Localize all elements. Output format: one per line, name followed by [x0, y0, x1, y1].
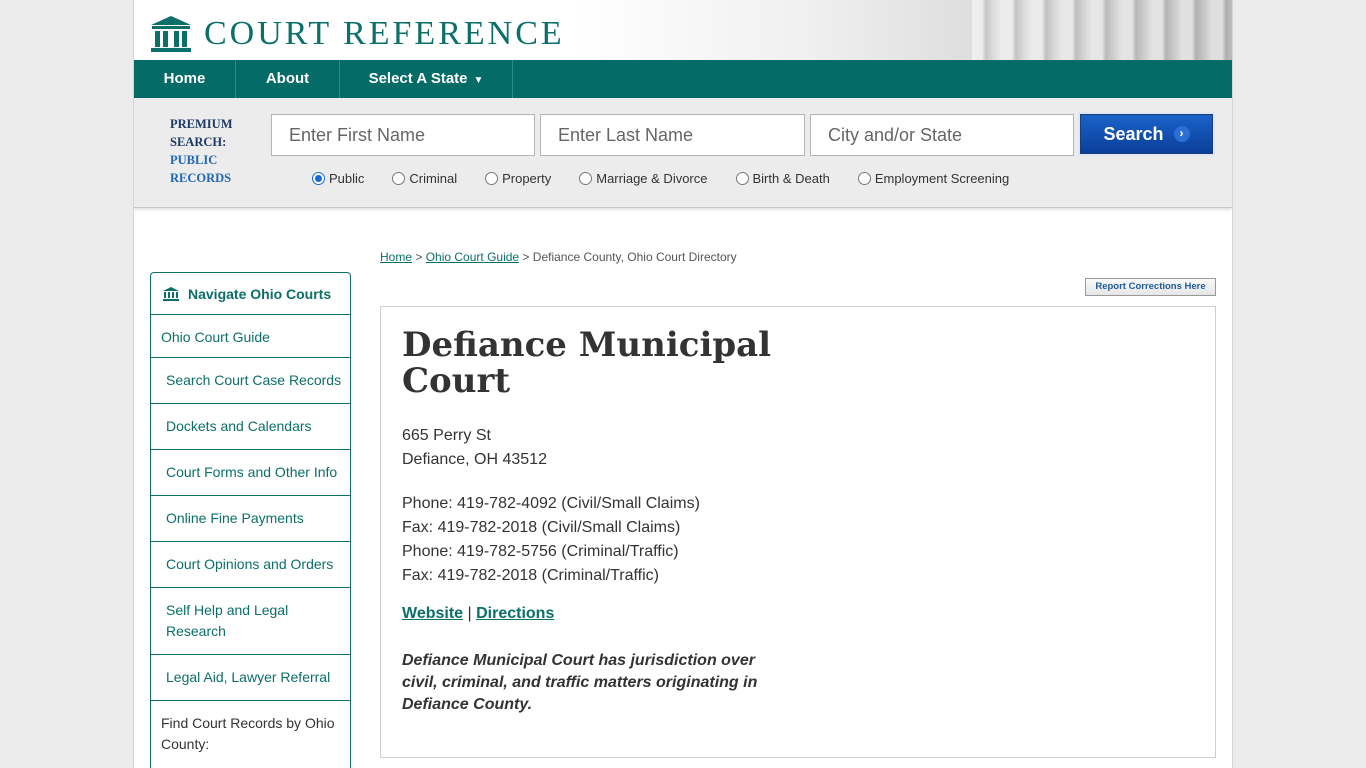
sidebar-item-self-help[interactable]: Self Help and Legal Research: [151, 588, 350, 655]
sidebar-item-dockets-calendars[interactable]: Dockets and Calendars: [151, 404, 350, 450]
site-logo[interactable]: COURT REFERENCE: [150, 14, 565, 54]
last-name-input[interactable]: [540, 114, 805, 156]
premium-search-band: PREMIUM SEARCH: PUBLIC RECORDS Search › …: [134, 98, 1232, 208]
radio-criminal[interactable]: Criminal: [392, 171, 457, 186]
phone-criminal: Phone: 419-782-5756 (Criminal/Traffic): [402, 543, 679, 560]
fax-civil: Fax: 419-782-2018 (Civil/Small Claims): [402, 519, 681, 536]
radio-button[interactable]: [392, 172, 406, 185]
nav-select-state[interactable]: Select A State ▼: [340, 60, 513, 98]
radio-button[interactable]: [735, 172, 749, 185]
nav-home[interactable]: Home: [134, 60, 236, 98]
radio-marriage-divorce[interactable]: Marriage & Divorce: [579, 171, 708, 186]
radio-label: Property: [502, 171, 552, 186]
court-contact-numbers: Phone: 419-782-4092 (Civil/Small Claims)…: [402, 492, 700, 588]
nav-select-state-label: Select A State: [368, 70, 468, 87]
radio-public[interactable]: Public: [312, 171, 364, 186]
sidebar-header: Navigate Ohio Courts: [151, 273, 350, 315]
courthouse-icon: [151, 16, 191, 52]
court-address: 665 Perry St Defiance, OH 43512: [402, 424, 547, 472]
radio-label: Birth & Death: [752, 171, 830, 186]
premium-search-label: PREMIUM SEARCH: PUBLIC RECORDS: [170, 115, 260, 187]
radio-button[interactable]: [857, 172, 871, 185]
sidebar-item-court-opinions[interactable]: Court Opinions and Orders: [151, 542, 350, 588]
sidebar-find-by-county: Find Court Records by Ohio County:: [161, 715, 335, 752]
premium-search-subtitle: PUBLIC RECORDS: [170, 153, 232, 185]
radio-label: Criminal: [409, 171, 458, 186]
chevron-right-icon: ›: [1173, 126, 1190, 142]
city-state-input[interactable]: [810, 114, 1074, 156]
site-header: COURT REFERENCE: [134, 0, 1232, 60]
sidebar-item-online-fine-payments[interactable]: Online Fine Payments: [151, 496, 350, 542]
logo-text: COURT REFERENCE: [204, 15, 565, 52]
breadcrumb-home-link[interactable]: Home: [380, 250, 412, 264]
sidebar-item-ohio-court-guide[interactable]: Ohio Court Guide: [151, 315, 350, 358]
breadcrumb-separator: >: [519, 250, 533, 264]
radio-label: Public: [329, 171, 365, 186]
link-separator: |: [463, 605, 477, 622]
nav-about[interactable]: About: [236, 60, 340, 98]
sidebar-navigate-courts: Navigate Ohio Courts Ohio Court Guide Se…: [150, 272, 351, 768]
court-links: Website | Directions: [402, 605, 554, 623]
radio-button[interactable]: [579, 172, 593, 185]
radio-employment-screening[interactable]: Employment Screening: [857, 171, 1010, 186]
search-button-label: Search: [1103, 123, 1164, 144]
website-link[interactable]: Website: [402, 605, 463, 622]
caret-down-icon: ▼: [473, 75, 484, 86]
sidebar-item-court-forms[interactable]: Court Forms and Other Info: [151, 450, 350, 496]
radio-button[interactable]: [312, 172, 325, 185]
breadcrumb-guide-link[interactable]: Ohio Court Guide: [426, 250, 519, 264]
breadcrumb-separator: >: [412, 250, 426, 264]
court-title: Defiance Municipal Court: [402, 325, 772, 401]
page-container: COURT REFERENCE Home About Select A Stat…: [133, 0, 1233, 768]
court-detail-card: Defiance Municipal Court 665 Perry St De…: [380, 306, 1216, 758]
sidebar-title: Navigate Ohio Courts: [188, 285, 332, 302]
address-line-1: 665 Perry St: [402, 427, 491, 444]
premium-search-title: PREMIUM SEARCH:: [170, 117, 233, 149]
breadcrumb: Home > Ohio Court Guide > Defiance Count…: [380, 250, 737, 264]
radio-label: Marriage & Divorce: [596, 171, 708, 186]
radio-label: Employment Screening: [874, 171, 1010, 186]
report-corrections-button[interactable]: Report Corrections Here: [1085, 278, 1216, 296]
sidebar-item-search-case-records[interactable]: Search Court Case Records: [151, 358, 350, 404]
radio-property[interactable]: Property: [485, 171, 551, 186]
court-description: Defiance Municipal Court has jurisdictio…: [402, 652, 758, 713]
courthouse-icon: [163, 286, 179, 301]
breadcrumb-current: Defiance County, Ohio Court Directory: [532, 250, 737, 264]
header-columns-graphic: [972, 0, 1232, 60]
sidebar-item-legal-aid[interactable]: Legal Aid, Lawyer Referral: [151, 655, 350, 701]
record-type-options: Public Criminal Property Marriage & Divo…: [312, 171, 1037, 186]
radio-button[interactable]: [485, 172, 499, 185]
main-nav: Home About Select A State ▼: [134, 60, 1232, 98]
phone-civil: Phone: 419-782-4092 (Civil/Small Claims): [402, 495, 700, 512]
fax-criminal: Fax: 419-782-2018 (Criminal/Traffic): [402, 567, 659, 584]
address-line-2: Defiance, OH 43512: [402, 451, 547, 468]
radio-birth-death[interactable]: Birth & Death: [735, 171, 830, 186]
search-button[interactable]: Search ›: [1078, 112, 1215, 156]
directions-link[interactable]: Directions: [476, 605, 554, 622]
first-name-input[interactable]: [271, 114, 535, 156]
